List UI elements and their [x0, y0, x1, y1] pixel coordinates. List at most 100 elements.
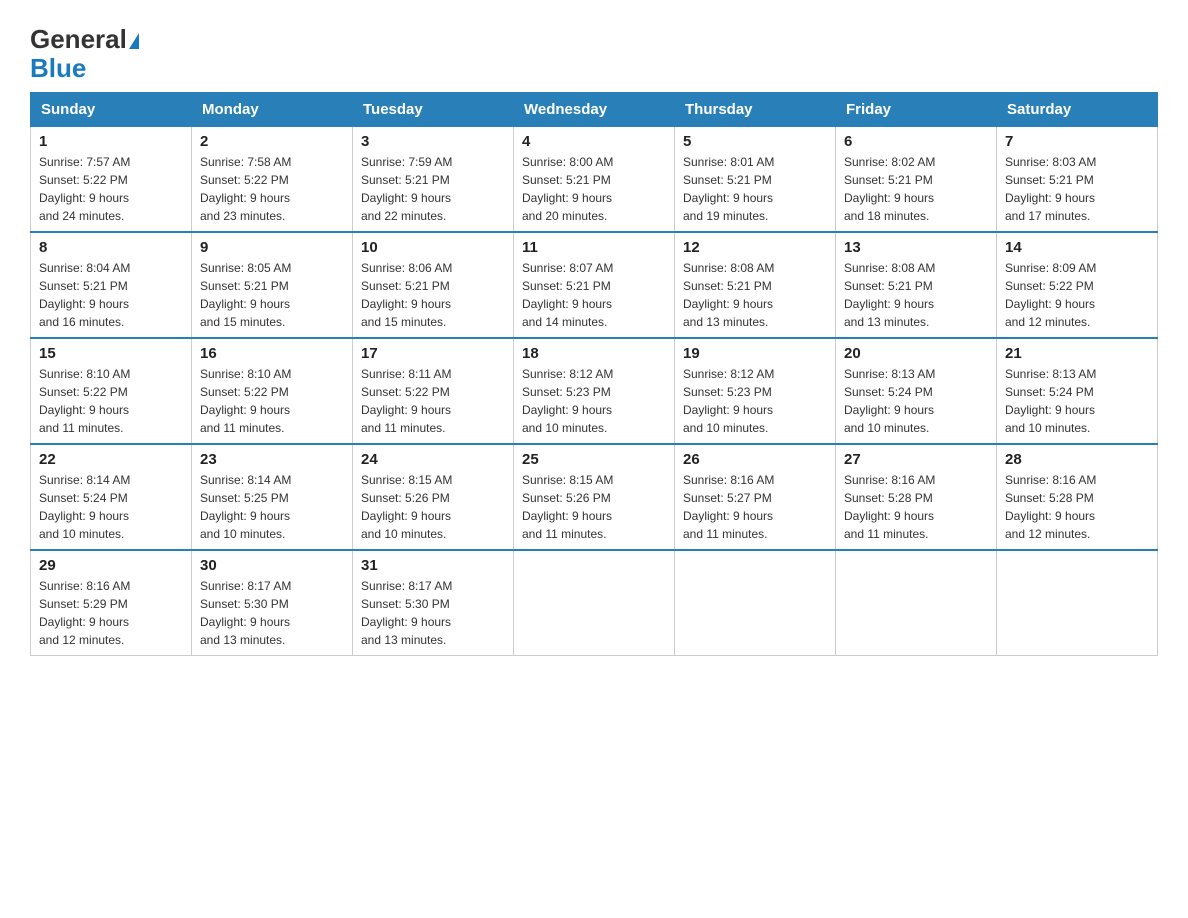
day-info: Sunrise: 8:16 AMSunset: 5:27 PMDaylight:… — [683, 471, 827, 543]
calendar-cell: 12 Sunrise: 8:08 AMSunset: 5:21 PMDayligh… — [675, 232, 836, 338]
day-number: 12 — [683, 239, 827, 256]
calendar-cell: 3 Sunrise: 7:59 AMSunset: 5:21 PMDaylight… — [353, 127, 514, 233]
day-number: 3 — [361, 133, 505, 150]
calendar-cell: 13 Sunrise: 8:08 AMSunset: 5:21 PMDayligh… — [836, 232, 997, 338]
day-number: 21 — [1005, 345, 1149, 362]
calendar-cell: 4Sunrise: 8:00 AMSunset: 5:21 PMDaylight… — [514, 127, 675, 233]
calendar-cell: 24 Sunrise: 8:15 AMSunset: 5:26 PMDayligh… — [353, 444, 514, 550]
day-number: 19 — [683, 345, 827, 362]
header-friday: Friday — [836, 93, 997, 127]
calendar-cell: 18 Sunrise: 8:12 AMSunset: 5:23 PMDayligh… — [514, 338, 675, 444]
calendar-cell: 21 Sunrise: 8:13 AMSunset: 5:24 PMDayligh… — [997, 338, 1158, 444]
day-number: 28 — [1005, 451, 1149, 468]
day-info: Sunrise: 8:15 AMSunset: 5:26 PMDaylight:… — [361, 471, 505, 543]
day-info: Sunrise: 8:17 AMSunset: 5:30 PMDaylight:… — [361, 577, 505, 649]
day-info: Sunrise: 8:05 AMSunset: 5:21 PMDaylight:… — [200, 259, 344, 331]
day-info: Sunrise: 8:14 AMSunset: 5:25 PMDaylight:… — [200, 471, 344, 543]
day-info: Sunrise: 8:17 AMSunset: 5:30 PMDaylight:… — [200, 577, 344, 649]
calendar-cell: 11 Sunrise: 8:07 AMSunset: 5:21 PMDayligh… — [514, 232, 675, 338]
day-info: Sunrise: 8:13 AMSunset: 5:24 PMDaylight:… — [844, 365, 988, 437]
header-monday: Monday — [192, 93, 353, 127]
day-number: 14 — [1005, 239, 1149, 256]
day-number: 17 — [361, 345, 505, 362]
calendar-cell: 26 Sunrise: 8:16 AMSunset: 5:27 PMDayligh… — [675, 444, 836, 550]
calendar-cell: 16Sunrise: 8:10 AMSunset: 5:22 PMDayligh… — [192, 338, 353, 444]
day-info: Sunrise: 8:02 AMSunset: 5:21 PMDaylight:… — [844, 153, 988, 225]
day-number: 6 — [844, 133, 988, 150]
day-number: 25 — [522, 451, 666, 468]
day-info: Sunrise: 8:16 AMSunset: 5:28 PMDaylight:… — [844, 471, 988, 543]
calendar-cell: 10Sunrise: 8:06 AMSunset: 5:21 PMDayligh… — [353, 232, 514, 338]
day-number: 13 — [844, 239, 988, 256]
calendar-cell: 19Sunrise: 8:12 AMSunset: 5:23 PMDayligh… — [675, 338, 836, 444]
day-info: Sunrise: 8:16 AMSunset: 5:29 PMDaylight:… — [39, 577, 183, 649]
calendar-cell: 25 Sunrise: 8:15 AMSunset: 5:26 PMDayligh… — [514, 444, 675, 550]
header-wednesday: Wednesday — [514, 93, 675, 127]
day-info: Sunrise: 8:10 AMSunset: 5:22 PMDaylight:… — [39, 365, 183, 437]
day-info: Sunrise: 8:06 AMSunset: 5:21 PMDaylight:… — [361, 259, 505, 331]
logo-blue: Blue — [30, 54, 86, 83]
day-info: Sunrise: 8:03 AMSunset: 5:21 PMDaylight:… — [1005, 153, 1149, 225]
calendar-cell: 15 Sunrise: 8:10 AMSunset: 5:22 PMDayligh… — [31, 338, 192, 444]
day-number: 7 — [1005, 133, 1149, 150]
day-info: Sunrise: 8:08 AMSunset: 5:21 PMDaylight:… — [844, 259, 988, 331]
calendar-cell: 5 Sunrise: 8:01 AMSunset: 5:21 PMDaylight… — [675, 127, 836, 233]
day-info: Sunrise: 8:09 AMSunset: 5:22 PMDaylight:… — [1005, 259, 1149, 331]
day-number: 26 — [683, 451, 827, 468]
day-number: 24 — [361, 451, 505, 468]
header-row: SundayMondayTuesdayWednesdayThursdayFrid… — [31, 93, 1158, 127]
day-info: Sunrise: 8:01 AMSunset: 5:21 PMDaylight:… — [683, 153, 827, 225]
day-info: Sunrise: 8:11 AMSunset: 5:22 PMDaylight:… — [361, 365, 505, 437]
day-info: Sunrise: 8:07 AMSunset: 5:21 PMDaylight:… — [522, 259, 666, 331]
day-number: 9 — [200, 239, 344, 256]
week-row-3: 15 Sunrise: 8:10 AMSunset: 5:22 PMDayligh… — [31, 338, 1158, 444]
day-info: Sunrise: 7:59 AMSunset: 5:21 PMDaylight:… — [361, 153, 505, 225]
day-info: Sunrise: 8:00 AMSunset: 5:21 PMDaylight:… — [522, 153, 666, 225]
day-number: 2 — [200, 133, 344, 150]
calendar-cell — [514, 550, 675, 656]
calendar-cell: 31 Sunrise: 8:17 AMSunset: 5:30 PMDayligh… — [353, 550, 514, 656]
calendar-cell: 23 Sunrise: 8:14 AMSunset: 5:25 PMDayligh… — [192, 444, 353, 550]
day-info: Sunrise: 8:12 AMSunset: 5:23 PMDaylight:… — [522, 365, 666, 437]
calendar-cell — [836, 550, 997, 656]
day-number: 18 — [522, 345, 666, 362]
calendar-cell: 27 Sunrise: 8:16 AMSunset: 5:28 PMDayligh… — [836, 444, 997, 550]
calendar-cell: 1 Sunrise: 7:57 AMSunset: 5:22 PMDaylight… — [31, 127, 192, 233]
day-info: Sunrise: 7:58 AMSunset: 5:22 PMDaylight:… — [200, 153, 344, 225]
day-info: Sunrise: 8:14 AMSunset: 5:24 PMDaylight:… — [39, 471, 183, 543]
calendar-cell: 20Sunrise: 8:13 AMSunset: 5:24 PMDayligh… — [836, 338, 997, 444]
day-number: 5 — [683, 133, 827, 150]
day-number: 8 — [39, 239, 183, 256]
calendar-cell — [997, 550, 1158, 656]
week-row-1: 1 Sunrise: 7:57 AMSunset: 5:22 PMDaylight… — [31, 127, 1158, 233]
calendar-cell: 22 Sunrise: 8:14 AMSunset: 5:24 PMDayligh… — [31, 444, 192, 550]
day-info: Sunrise: 8:08 AMSunset: 5:21 PMDaylight:… — [683, 259, 827, 331]
day-number: 31 — [361, 557, 505, 574]
day-number: 22 — [39, 451, 183, 468]
day-info: Sunrise: 8:04 AMSunset: 5:21 PMDaylight:… — [39, 259, 183, 331]
header-saturday: Saturday — [997, 93, 1158, 127]
calendar-cell: 17 Sunrise: 8:11 AMSunset: 5:22 PMDayligh… — [353, 338, 514, 444]
day-info: Sunrise: 8:15 AMSunset: 5:26 PMDaylight:… — [522, 471, 666, 543]
header-thursday: Thursday — [675, 93, 836, 127]
day-number: 30 — [200, 557, 344, 574]
logo-triangle-icon — [129, 33, 139, 49]
day-info: Sunrise: 7:57 AMSunset: 5:22 PMDaylight:… — [39, 153, 183, 225]
calendar-cell: 14 Sunrise: 8:09 AMSunset: 5:22 PMDayligh… — [997, 232, 1158, 338]
calendar-cell: 6 Sunrise: 8:02 AMSunset: 5:21 PMDaylight… — [836, 127, 997, 233]
day-info: Sunrise: 8:13 AMSunset: 5:24 PMDaylight:… — [1005, 365, 1149, 437]
logo: General Blue — [30, 20, 139, 82]
day-number: 11 — [522, 239, 666, 256]
week-row-5: 29 Sunrise: 8:16 AMSunset: 5:29 PMDayligh… — [31, 550, 1158, 656]
day-number: 15 — [39, 345, 183, 362]
day-number: 1 — [39, 133, 183, 150]
calendar-cell: 30 Sunrise: 8:17 AMSunset: 5:30 PMDayligh… — [192, 550, 353, 656]
day-info: Sunrise: 8:16 AMSunset: 5:28 PMDaylight:… — [1005, 471, 1149, 543]
day-number: 27 — [844, 451, 988, 468]
page-header: General Blue — [30, 20, 1158, 82]
week-row-4: 22 Sunrise: 8:14 AMSunset: 5:24 PMDayligh… — [31, 444, 1158, 550]
calendar-cell — [675, 550, 836, 656]
calendar-cell: 8 Sunrise: 8:04 AMSunset: 5:21 PMDaylight… — [31, 232, 192, 338]
day-number: 23 — [200, 451, 344, 468]
day-number: 29 — [39, 557, 183, 574]
